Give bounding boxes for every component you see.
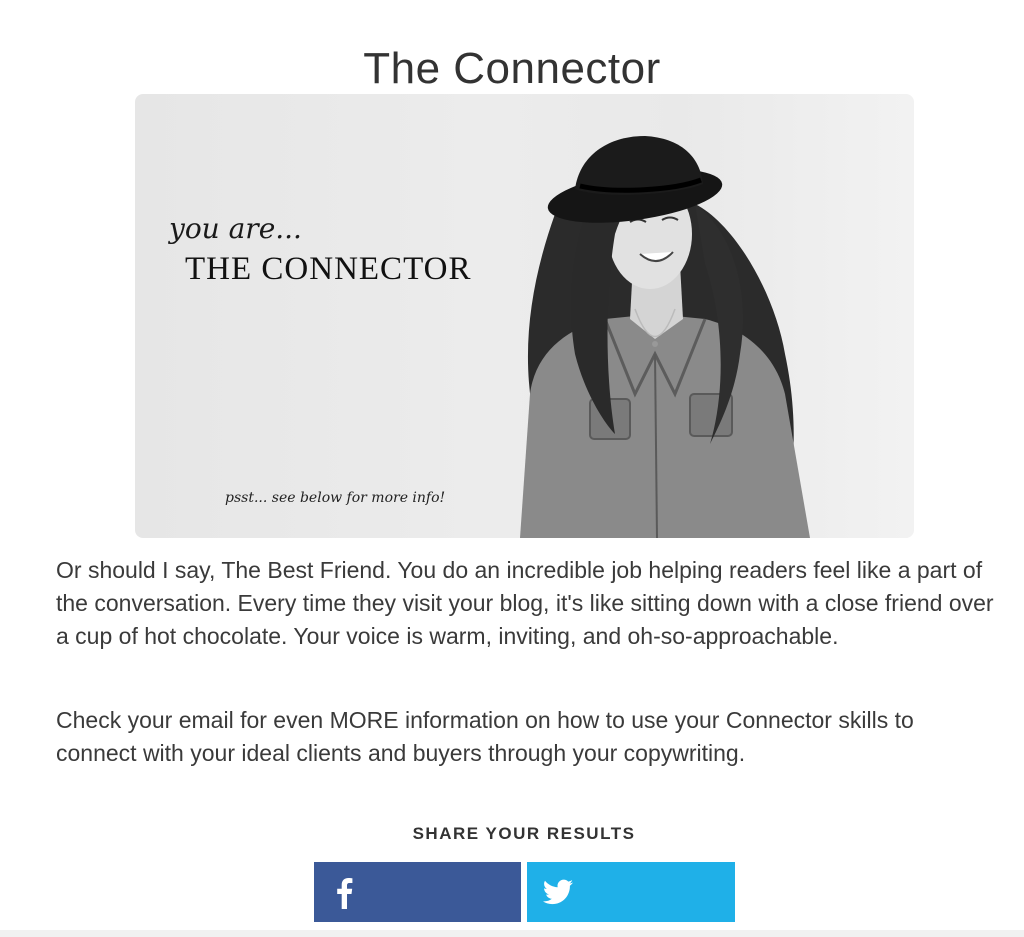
hero-intro-text: you are... (169, 212, 302, 245)
share-heading: SHARE YOUR RESULTS (412, 824, 636, 843)
hero-photo (520, 136, 810, 538)
hero-note-text: psst... see below for more info! (225, 490, 446, 506)
facebook-icon (337, 878, 353, 909)
twitter-icon (542, 879, 573, 905)
page-bottom-divider (0, 930, 1024, 937)
result-email-note: Check your email for even MORE informati… (56, 707, 914, 766)
page-title: The Connector (363, 44, 661, 94)
hero-result-name: THE CONNECTOR (185, 251, 472, 287)
result-page: The Connector you are... THE CONNECTOR p… (0, 0, 1024, 937)
facebook-share-button[interactable] (314, 862, 521, 922)
result-description: Or should I say, The Best Friend. You do… (56, 557, 994, 649)
result-hero-image: you are... THE CONNECTOR psst... see bel… (135, 94, 914, 538)
twitter-share-button[interactable] (527, 862, 735, 922)
